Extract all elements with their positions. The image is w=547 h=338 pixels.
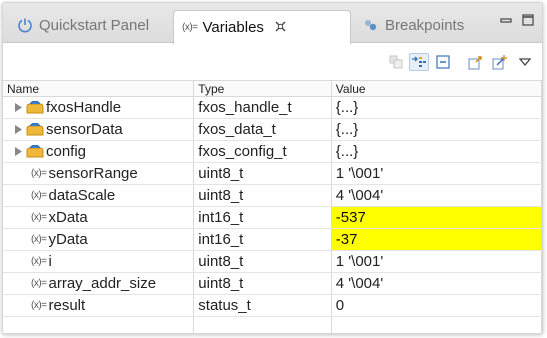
show-type-names-icon[interactable] [409, 53, 429, 71]
variable-icon: (x)= [31, 256, 47, 267]
table-row[interactable]: (x)= yData int16_t -37 [3, 229, 542, 251]
table-row[interactable]: (x)= sensorRange uint8_t 1 '\001' [3, 163, 542, 185]
view-menu-chevron-down-icon[interactable] [515, 53, 535, 71]
tab-breakpoints-label: Breakpoints [385, 16, 465, 34]
variable-name: fxosHandle [46, 99, 122, 116]
variable-type: fxos_data_t [194, 119, 332, 140]
variable-type: uint8_t [194, 273, 332, 294]
table-row[interactable]: (x)= i uint8_t 1 '\001' [3, 251, 542, 273]
variable-value[interactable]: 1 '\001' [332, 163, 542, 184]
variable-value[interactable]: 4 '\004' [332, 273, 542, 294]
variable-name: result [48, 297, 86, 314]
variable-icon: (x)= [31, 168, 47, 179]
variable-name: sensorData [46, 121, 123, 138]
variable-name: xData [48, 209, 88, 226]
variable-type: fxos_handle_t [194, 97, 332, 118]
empty-row [3, 317, 542, 333]
variable-type: uint8_t [194, 251, 332, 272]
variable-type: fxos_config_t [194, 141, 332, 162]
variable-type: uint8_t [194, 163, 332, 184]
variable-name: array_addr_size [48, 275, 157, 292]
column-header-value[interactable]: Value [332, 81, 542, 96]
variable-icon: (x)= [31, 300, 47, 311]
expand-arrow-icon[interactable] [13, 103, 23, 112]
table-row[interactable]: config fxos_config_t {...} [3, 141, 542, 163]
variable-type: int16_t [194, 229, 332, 250]
column-header-name[interactable]: Name [3, 81, 195, 96]
tab-bar: Quickstart Panel (x)= Variables Breakpoi… [3, 3, 542, 44]
table-row[interactable]: (x)= array_addr_size uint8_t 4 '\004' [3, 273, 542, 295]
variable-value[interactable]: 1 '\001' [332, 251, 542, 272]
variable-type: status_t [194, 295, 332, 316]
variable-value[interactable]: 4 '\004' [332, 185, 542, 206]
close-icon[interactable] [274, 20, 287, 36]
table-row[interactable]: (x)= xData int16_t -537 [3, 207, 542, 229]
table-row[interactable]: sensorData fxos_data_t {...} [3, 119, 542, 141]
variable-value[interactable]: 0 [332, 295, 542, 316]
struct-icon [26, 144, 44, 159]
tab-variables-label: Variables [202, 19, 264, 36]
variable-value[interactable]: {...} [332, 97, 542, 118]
variable-value[interactable]: {...} [332, 119, 542, 140]
variable-icon: (x)= [31, 212, 47, 223]
variable-icon: (x)= [31, 234, 47, 245]
struct-icon [26, 100, 44, 115]
tab-quickstart-panel[interactable]: Quickstart Panel [17, 9, 149, 41]
variable-value-changed[interactable]: -37 [331, 229, 542, 250]
table-row[interactable]: (x)= dataScale uint8_t 4 '\004' [3, 185, 542, 207]
variable-icon: (x)= [31, 278, 47, 289]
variable-icon: (x)= [31, 190, 47, 201]
variable-type: uint8_t [194, 185, 332, 206]
variable-value-changed[interactable]: -537 [331, 207, 542, 228]
collapse-disabled-icon[interactable] [386, 53, 406, 71]
table-body: fxosHandle fxos_handle_t {...} sensorDat… [3, 97, 542, 333]
variables-table: Name Type Value fxosHandle fxos_handle_t… [3, 80, 542, 333]
view-toolbar [3, 44, 542, 80]
tab-variables[interactable]: (x)= Variables [173, 10, 351, 44]
collapse-all-icon[interactable] [433, 53, 453, 71]
minimize-icon[interactable] [500, 13, 512, 31]
variables-view: Quickstart Panel (x)= Variables Breakpoi… [2, 2, 543, 334]
variable-name: dataScale [48, 187, 116, 204]
tab-quickstart-label: Quickstart Panel [39, 16, 150, 34]
variable-name: sensorRange [48, 165, 138, 182]
table-row[interactable]: fxosHandle fxos_handle_t {...} [3, 97, 542, 119]
variable-name: i [48, 253, 52, 270]
variable-name: yData [48, 231, 88, 248]
maximize-icon[interactable] [522, 13, 534, 31]
tab-breakpoints[interactable]: Breakpoints [363, 9, 464, 41]
expand-arrow-icon[interactable] [13, 147, 23, 156]
power-icon [17, 17, 33, 33]
table-header: Name Type Value [3, 80, 542, 97]
create-watch-icon[interactable] [466, 53, 486, 71]
variable-value[interactable]: {...} [332, 141, 542, 162]
expand-arrow-icon[interactable] [13, 125, 23, 134]
struct-icon [26, 122, 44, 137]
variable-name: config [46, 143, 87, 160]
breakpoint-icon [363, 18, 379, 32]
table-row[interactable]: (x)= result status_t 0 [3, 295, 542, 317]
variable-icon: (x)= [182, 22, 198, 33]
view-controls [500, 13, 534, 31]
variable-type: int16_t [194, 207, 332, 228]
add-global-variables-icon[interactable] [490, 53, 510, 71]
column-header-type[interactable]: Type [194, 81, 332, 96]
